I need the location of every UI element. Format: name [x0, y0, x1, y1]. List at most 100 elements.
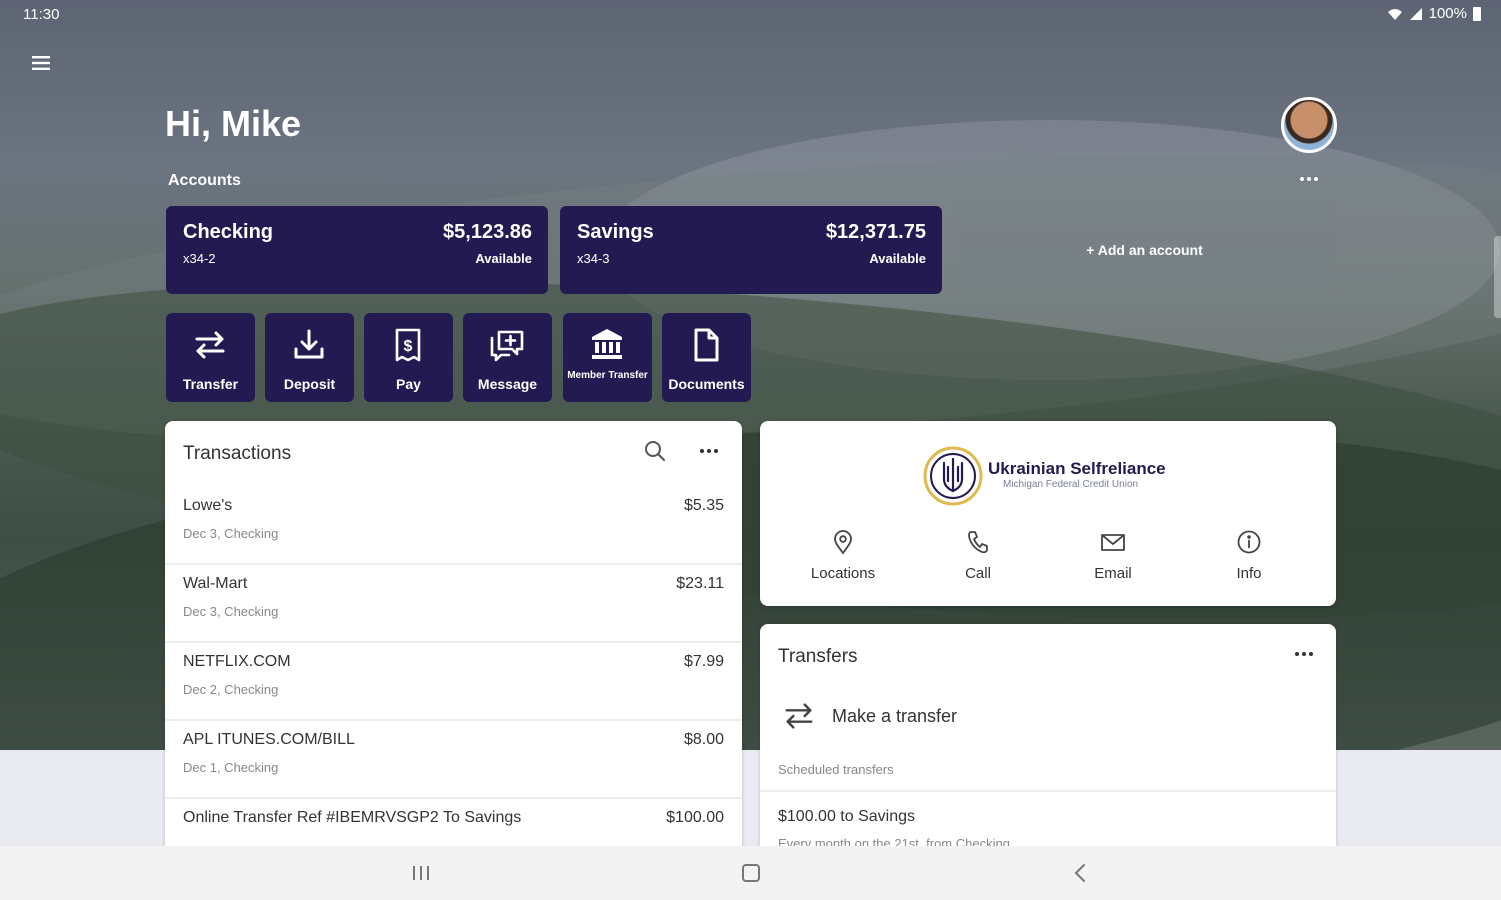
add-account-button[interactable]: + Add an account	[953, 206, 1336, 294]
locations-label: Locations	[810, 565, 876, 582]
transaction-row[interactable]: Wal-Mart Dec 3, Checking $23.11	[165, 565, 742, 643]
more-horizontal-icon	[700, 449, 718, 453]
quick-action-documents[interactable]: Documents	[662, 313, 751, 402]
transactions-title: Transactions	[183, 443, 292, 464]
transactions-search-button[interactable]	[643, 439, 667, 463]
transfer-icon	[785, 703, 813, 729]
account-card-checking[interactable]: Checking x34-2 $5,123.86 Available	[166, 206, 548, 294]
transaction-meta: Dec 1, Checking	[183, 760, 279, 775]
account-balance: $12,371.75	[825, 221, 926, 243]
scheduled-transfers-label: Scheduled transfers	[778, 762, 894, 777]
credit-union-card: Ukrainian Selfreliance Michigan Federal …	[760, 421, 1336, 606]
transaction-merchant: Wal-Mart	[183, 575, 248, 592]
home-button[interactable]	[738, 860, 764, 886]
transaction-amount: $8.00	[683, 731, 724, 748]
info-icon	[1237, 530, 1261, 554]
greeting-title: Hi, Mike	[165, 103, 302, 144]
download-icon	[294, 329, 324, 359]
scheduled-transfer-title[interactable]: $100.00 to Savings	[778, 808, 915, 826]
transactions-card: Transactions Lowe's Dec 3, Checking $5.3…	[165, 421, 742, 881]
quick-action-label: Message	[477, 376, 538, 392]
call-label: Call	[965, 565, 991, 582]
system-navigation-bar	[0, 846, 1501, 900]
bill-icon: $	[395, 328, 421, 362]
account-name: Checking	[183, 221, 274, 243]
recent-apps-icon	[413, 866, 429, 880]
account-number: x34-3	[577, 251, 610, 266]
transaction-meta: Dec 3, Checking	[183, 526, 279, 541]
home-square-icon	[742, 864, 760, 882]
quick-action-label: Deposit	[283, 376, 336, 392]
more-horizontal-icon	[1295, 652, 1313, 656]
quick-action-pay[interactable]: $ Pay	[364, 313, 453, 402]
back-chevron-icon	[1074, 864, 1085, 882]
status-time: 11:30	[23, 6, 60, 23]
account-balance-label: Available	[475, 251, 532, 266]
phone-icon	[968, 531, 988, 554]
transaction-meta: Dec 2, Checking	[183, 682, 279, 697]
divider	[760, 790, 1336, 792]
battery-percent: 100%	[1428, 5, 1467, 22]
email-label: Email	[1094, 565, 1132, 582]
quick-action-transfer[interactable]: Transfer	[166, 313, 255, 402]
account-name: Savings	[577, 221, 654, 243]
wifi-icon	[1387, 8, 1402, 20]
quick-action-deposit[interactable]: Deposit	[265, 313, 354, 402]
hamburger-menu-icon	[32, 56, 50, 70]
transaction-merchant: NETFLIX.COM	[183, 653, 291, 670]
account-balance: $5,123.86	[443, 221, 532, 243]
call-button[interactable]: Call	[913, 529, 1043, 582]
transaction-meta: Dec 3, Checking	[183, 604, 279, 619]
status-icons: 100%	[1387, 5, 1481, 22]
credit-union-name: Ukrainian Selfreliance	[988, 459, 1166, 478]
transfers-card: Transfers Make a transfer Scheduled tran…	[760, 624, 1336, 884]
accounts-label: Accounts	[168, 172, 241, 189]
edge-panel-handle[interactable]	[1494, 236, 1501, 318]
account-card-savings[interactable]: Savings x34-3 $12,371.75 Available	[560, 206, 942, 294]
info-label: Info	[1236, 565, 1262, 582]
location-pin-icon	[834, 530, 852, 555]
transaction-merchant: APL ITUNES.COM/BILL	[183, 731, 355, 748]
quick-action-message[interactable]: Message	[463, 313, 552, 402]
accounts-more-button[interactable]	[1297, 168, 1321, 188]
quick-action-label: Member Transfer	[567, 370, 648, 381]
transfers-title: Transfers	[778, 646, 858, 667]
document-icon	[694, 328, 719, 362]
make-transfer-label: Make a transfer	[832, 706, 958, 726]
mail-icon	[1101, 534, 1125, 551]
transfers-more-button[interactable]	[1292, 646, 1316, 666]
svg-text:$: $	[404, 338, 413, 355]
bank-icon	[592, 329, 622, 359]
make-transfer-button[interactable]: Make a transfer	[778, 696, 1078, 740]
credit-union-subtitle: Michigan Federal Credit Union	[1003, 479, 1139, 490]
quick-action-label: Documents	[668, 376, 745, 392]
locations-button[interactable]: Locations	[778, 529, 908, 582]
quick-action-label: Transfer	[182, 376, 239, 392]
transaction-row[interactable]: Lowe's Dec 3, Checking $5.35	[165, 487, 742, 565]
transaction-row[interactable]: APL ITUNES.COM/BILL Dec 1, Checking $8.0…	[165, 721, 742, 799]
signal-icon	[1409, 7, 1422, 20]
credit-union-logo-icon	[923, 446, 983, 506]
info-button[interactable]: Info	[1184, 529, 1314, 582]
status-bar: 11:30 100%	[0, 0, 1501, 30]
account-number: x34-2	[183, 251, 216, 266]
transactions-more-button[interactable]	[697, 441, 721, 461]
email-button[interactable]: Email	[1048, 529, 1178, 582]
battery-icon	[1473, 6, 1481, 21]
quick-action-label: Pay	[396, 376, 421, 392]
account-balance-label: Available	[869, 251, 926, 266]
back-button[interactable]	[1068, 860, 1094, 886]
recent-apps-button[interactable]	[408, 860, 434, 886]
transaction-amount: $100.00	[666, 809, 724, 826]
message-icon	[490, 330, 524, 362]
transaction-merchant: Lowe's	[183, 497, 233, 514]
quick-action-member-transfer[interactable]: Member Transfer	[563, 313, 652, 402]
transaction-amount: $5.35	[683, 497, 724, 514]
hamburger-menu-button[interactable]	[28, 50, 54, 76]
more-horizontal-icon	[1300, 177, 1318, 181]
transaction-amount: $23.11	[676, 575, 724, 592]
transaction-row[interactable]: NETFLIX.COM Dec 2, Checking $7.99	[165, 643, 742, 721]
transfer-icon	[195, 331, 225, 359]
profile-avatar[interactable]	[1281, 97, 1337, 153]
transaction-merchant: Online Transfer Ref #IBEMRVSGP2 To Savin…	[183, 809, 522, 826]
